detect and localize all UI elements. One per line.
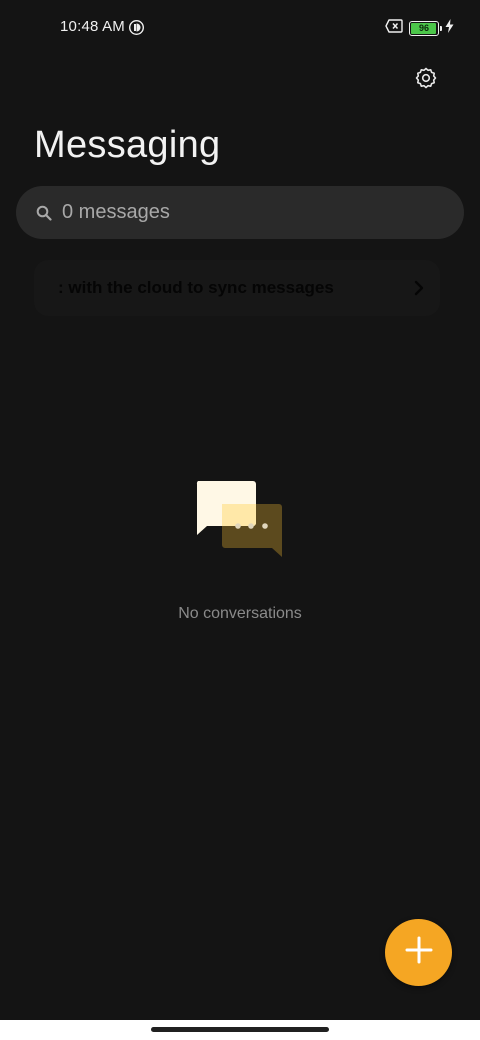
status-icons: 96 xyxy=(385,18,454,38)
app-notification-icon xyxy=(128,19,145,36)
settings-button[interactable] xyxy=(412,66,440,94)
home-gesture-handle[interactable] xyxy=(151,1027,329,1032)
chevron-right-icon xyxy=(412,279,426,297)
sim-error-icon xyxy=(385,18,403,38)
search-icon xyxy=(36,205,52,221)
cloud-sync-text: : with the cloud to sync messages xyxy=(58,278,334,297)
new-conversation-button[interactable] xyxy=(385,919,452,986)
chat-bubbles-icon xyxy=(195,478,285,558)
plus-icon xyxy=(405,936,433,969)
search-bar[interactable] xyxy=(16,186,464,239)
battery-level: 96 xyxy=(418,22,429,33)
status-time: 10:48 AM xyxy=(60,18,125,35)
empty-state-text: No conversations xyxy=(178,605,302,622)
gear-icon xyxy=(414,66,438,95)
charging-bolt-icon xyxy=(445,18,454,38)
page-title: Messaging xyxy=(34,124,221,166)
cloud-sync-banner[interactable]: : with the cloud to sync messages xyxy=(34,260,440,316)
status-bar: 10:48 AM 96 xyxy=(0,0,480,56)
navigation-bar xyxy=(0,1020,480,1040)
empty-state: No conversations xyxy=(0,478,480,623)
search-input[interactable] xyxy=(62,201,422,224)
battery-icon: 96 xyxy=(409,20,442,36)
